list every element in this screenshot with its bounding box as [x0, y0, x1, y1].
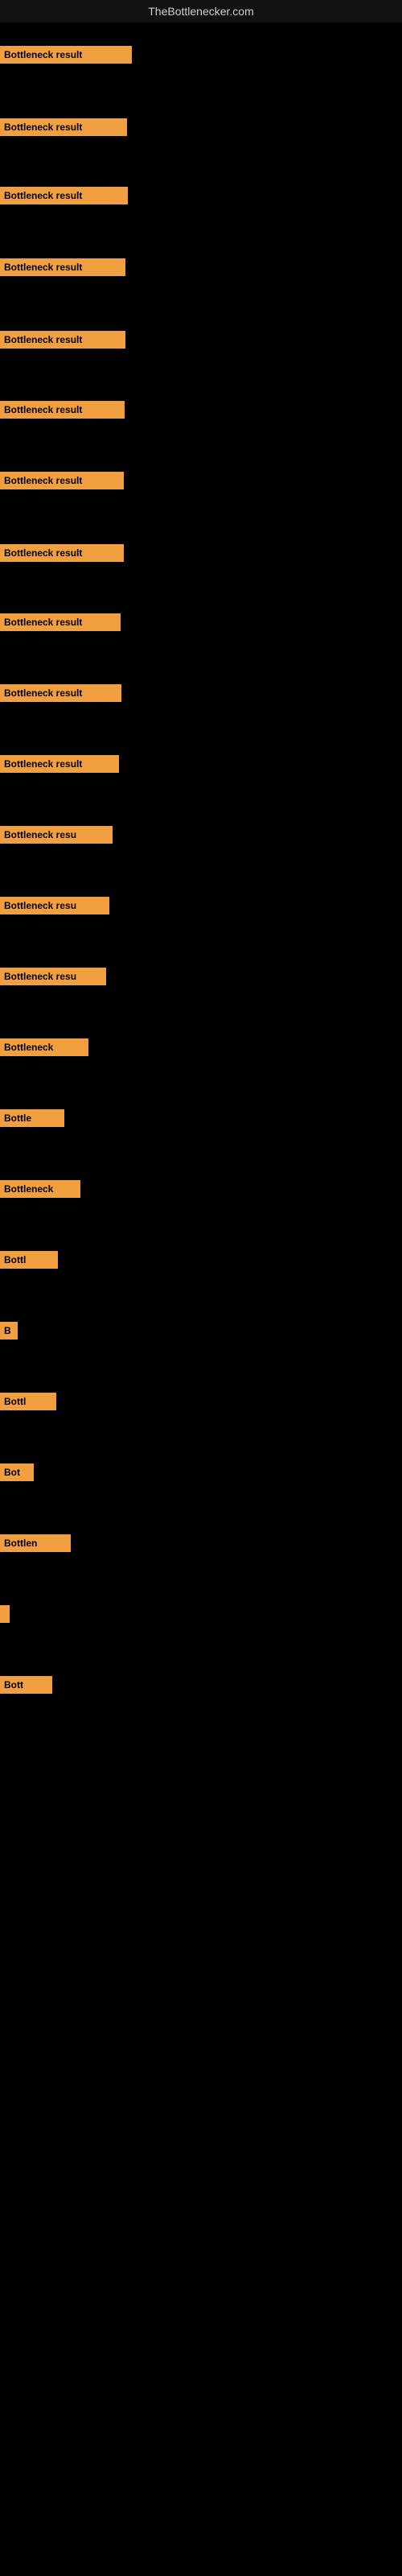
bottleneck-bar-container: Bottleneck result — [0, 472, 124, 489]
bottleneck-bar-container: Bottleneck resu — [0, 968, 106, 985]
bottleneck-bar-container — [0, 1605, 10, 1623]
bottleneck-bar-container: Bottleneck result — [0, 258, 125, 276]
bottleneck-bar-container: Bottleneck result — [0, 755, 119, 773]
bottleneck-bar-container: Bottleneck result — [0, 544, 124, 562]
bottleneck-bar-container: Bottleneck result — [0, 118, 127, 136]
bottleneck-bar[interactable]: Bottleneck resu — [0, 826, 113, 844]
bottleneck-bar[interactable]: Bottleneck — [0, 1038, 88, 1056]
bottleneck-bar[interactable]: Bottleneck result — [0, 118, 127, 136]
bottleneck-bar-container: Bottleneck result — [0, 331, 125, 349]
bottleneck-bar[interactable]: Bottleneck result — [0, 472, 124, 489]
bottleneck-bar-container: Bottleneck result — [0, 46, 132, 64]
bottleneck-bar[interactable]: Bottleneck result — [0, 613, 121, 631]
bottleneck-bar-container: Bottl — [0, 1393, 56, 1410]
bottleneck-bar-container: Bott — [0, 1676, 52, 1694]
bottleneck-bar-container: Bottle — [0, 1109, 64, 1127]
bottleneck-bar-container: Bottleneck resu — [0, 897, 109, 914]
bottleneck-bar[interactable]: Bottle — [0, 1109, 64, 1127]
bottleneck-bar[interactable]: Bottleneck result — [0, 258, 125, 276]
bottleneck-bar-container: Bottleneck — [0, 1038, 88, 1056]
bottleneck-bar[interactable]: Bot — [0, 1463, 34, 1481]
bottleneck-bar[interactable]: B — [0, 1322, 18, 1340]
site-title: TheBottlenecker.com — [0, 0, 402, 23]
bottleneck-bar[interactable]: Bottleneck resu — [0, 968, 106, 985]
bottleneck-bar-container: Bottleneck result — [0, 613, 121, 631]
bottleneck-bar[interactable]: Bottleneck — [0, 1180, 80, 1198]
bottleneck-bar[interactable]: Bottleneck result — [0, 401, 125, 419]
bottleneck-bar[interactable]: Bottlen — [0, 1534, 71, 1552]
bottleneck-bar[interactable]: Bottleneck result — [0, 684, 121, 702]
bottleneck-bar-container: Bottleneck result — [0, 187, 128, 204]
bottleneck-bar[interactable]: Bottleneck resu — [0, 897, 109, 914]
bottleneck-bar-container: Bottlen — [0, 1534, 71, 1552]
bottleneck-bar-container: Bot — [0, 1463, 34, 1481]
bottleneck-bar[interactable]: Bottleneck result — [0, 46, 132, 64]
bottleneck-bar[interactable]: Bottleneck result — [0, 755, 119, 773]
bottleneck-bar[interactable]: Bottleneck result — [0, 187, 128, 204]
bottleneck-bar-container: B — [0, 1322, 18, 1340]
bottleneck-bar-container: Bottl — [0, 1251, 58, 1269]
site-title-text: TheBottlenecker.com — [148, 5, 254, 18]
bottleneck-bar-container: Bottleneck result — [0, 401, 125, 419]
bottleneck-bar-container: Bottleneck — [0, 1180, 80, 1198]
bottleneck-bar-container: Bottleneck result — [0, 684, 121, 702]
bottleneck-bar[interactable] — [0, 1605, 10, 1623]
bottleneck-bar[interactable]: Bottl — [0, 1251, 58, 1269]
bottleneck-bar-container: Bottleneck resu — [0, 826, 113, 844]
bottleneck-bar[interactable]: Bottleneck result — [0, 544, 124, 562]
bottleneck-bar[interactable]: Bottleneck result — [0, 331, 125, 349]
bottleneck-bar[interactable]: Bott — [0, 1676, 52, 1694]
bottleneck-bar[interactable]: Bottl — [0, 1393, 56, 1410]
